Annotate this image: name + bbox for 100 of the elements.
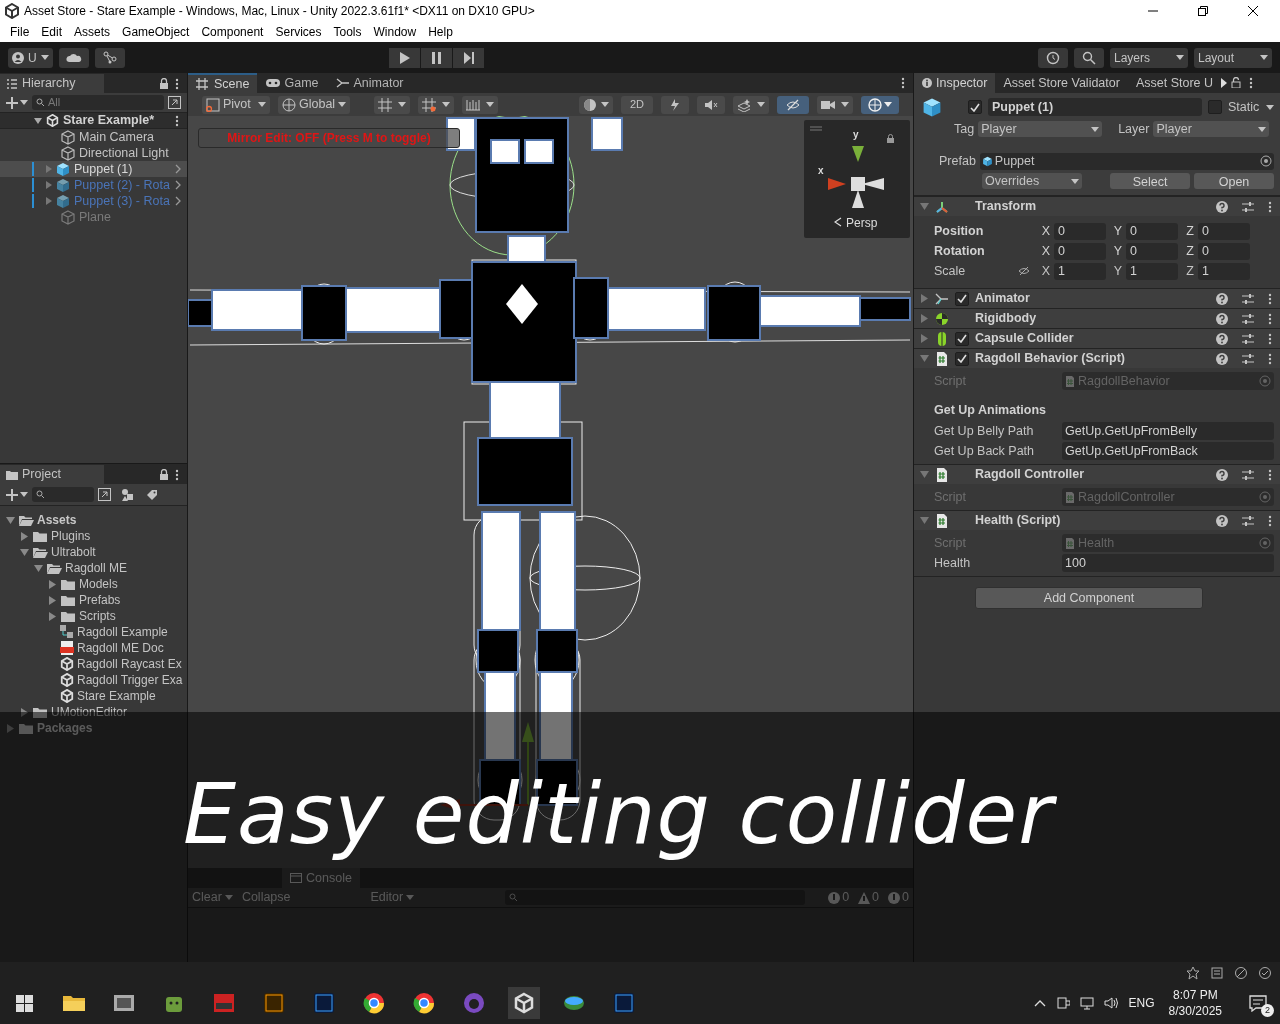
- text-field[interactable]: GetUp.GetUpFromBack: [1062, 442, 1274, 460]
- account-button[interactable]: U: [8, 47, 53, 68]
- component-header[interactable]: Ragdoll Behavior (Script): [914, 348, 1280, 368]
- space-dropdown[interactable]: Global: [278, 95, 350, 114]
- number-field[interactable]: 1: [1054, 262, 1106, 280]
- add-component-button[interactable]: Add Component: [975, 587, 1203, 609]
- camera-dropdown[interactable]: [817, 95, 853, 114]
- field-label: Get Up Belly Path: [934, 422, 1035, 440]
- layer-dropdown[interactable]: Player: [1153, 121, 1270, 137]
- clock[interactable]: 8:07 PM 8/30/2025: [1164, 987, 1226, 1019]
- component-header[interactable]: Health (Script): [914, 510, 1280, 530]
- pivot-dropdown[interactable]: Pivot: [202, 95, 270, 114]
- text-field[interactable]: GetUp.GetUpFromBelly: [1062, 422, 1274, 440]
- component-header[interactable]: Ragdoll Controller: [914, 464, 1280, 484]
- effects-dropdown[interactable]: [733, 95, 769, 114]
- component-header[interactable]: Transform: [914, 196, 1280, 216]
- menu-item[interactable]: Assets: [68, 23, 117, 41]
- tag-dropdown[interactable]: Player: [978, 121, 1103, 137]
- overrides-dropdown[interactable]: Overrides: [982, 173, 1082, 189]
- project-item[interactable]: Ragdoll Raycast Ex: [0, 656, 187, 672]
- hierarchy-item[interactable]: Puppet (1): [0, 161, 187, 177]
- ruler-dropdown[interactable]: [462, 95, 498, 114]
- prefab-button[interactable]: Select: [1110, 173, 1190, 189]
- number-field[interactable]: 0: [1126, 222, 1178, 240]
- number-field[interactable]: 0: [1126, 242, 1178, 260]
- menu-item[interactable]: Services: [269, 23, 328, 41]
- lighting-button[interactable]: [661, 95, 689, 114]
- scene-view-tab[interactable]: Game: [258, 73, 327, 93]
- menu-item[interactable]: Window: [367, 23, 423, 41]
- hierarchy-item[interactable]: Directional Light: [0, 145, 187, 161]
- cloud-button[interactable]: [58, 47, 89, 68]
- hierarchy-item[interactable]: Main Camera: [0, 129, 187, 145]
- menu-item[interactable]: Component: [195, 23, 270, 41]
- number-field[interactable]: 0: [1054, 242, 1106, 260]
- menu-item[interactable]: Help: [422, 23, 459, 41]
- name-field[interactable]: Puppet (1): [988, 98, 1202, 116]
- search-field[interactable]: All: [32, 95, 164, 110]
- increment-snap-dropdown[interactable]: [418, 95, 454, 114]
- chevron-up-icon: [1033, 998, 1046, 1008]
- project-item[interactable]: Ultrabolt: [0, 544, 187, 560]
- gizmos-dropdown[interactable]: [861, 95, 899, 114]
- history-button[interactable]: [1038, 47, 1068, 68]
- menu-item[interactable]: File: [4, 23, 36, 41]
- number-field[interactable]: 1: [1126, 262, 1178, 280]
- project-item[interactable]: Stare Example: [0, 688, 187, 704]
- language-indicator[interactable]: ENG: [1128, 994, 1155, 1012]
- number-field[interactable]: 0: [1198, 242, 1250, 260]
- prefab-field[interactable]: Puppet: [979, 152, 1274, 170]
- menu-item[interactable]: Tools: [327, 23, 368, 41]
- shading-dropdown[interactable]: [579, 95, 613, 114]
- taskbar-app-button[interactable]: [508, 987, 540, 1019]
- layout-dropdown[interactable]: Layout: [1194, 47, 1272, 68]
- version-control-button[interactable]: [94, 47, 125, 68]
- inspector-tab[interactable]: Asset Store U: [1127, 73, 1222, 93]
- grid-snap-dropdown[interactable]: [374, 95, 410, 114]
- caret-icon: [20, 492, 28, 497]
- inspector-tab[interactable]: Asset Store Validator: [995, 73, 1128, 93]
- menu-item[interactable]: GameObject: [116, 23, 196, 41]
- enabled-checkbox[interactable]: [955, 351, 969, 366]
- enabled-checkbox[interactable]: [955, 291, 969, 306]
- text-field[interactable]: 100: [1062, 554, 1274, 572]
- search-button[interactable]: [1074, 47, 1104, 68]
- number-field[interactable]: 1: [1198, 262, 1250, 280]
- project-item[interactable]: Prefabs: [0, 592, 187, 608]
- enabled-checkbox[interactable]: [955, 331, 969, 346]
- visibility-button[interactable]: [777, 95, 809, 114]
- search-field[interactable]: [32, 487, 94, 502]
- pause-button[interactable]: [420, 47, 452, 68]
- component-header[interactable]: Capsule Collider: [914, 328, 1280, 348]
- layers-dropdown[interactable]: Layers: [1110, 47, 1188, 68]
- project-item[interactable]: Models: [0, 576, 187, 592]
- component-header[interactable]: Rigidbody: [914, 308, 1280, 328]
- mode-2d-button[interactable]: 2D: [621, 95, 653, 114]
- add-button[interactable]: [6, 96, 28, 109]
- inspector-tab[interactable]: Inspector: [914, 73, 996, 93]
- step-button[interactable]: [452, 47, 484, 68]
- play-button[interactable]: [388, 47, 420, 68]
- project-item[interactable]: Ragdoll ME: [0, 560, 187, 576]
- number-field[interactable]: 0: [1198, 222, 1250, 240]
- orientation-gizmo[interactable]: y x Persp: [804, 120, 910, 238]
- audio-button[interactable]: [697, 95, 725, 114]
- scene-view-tab[interactable]: Scene: [188, 73, 258, 93]
- scene-view-tab[interactable]: Animator: [327, 73, 412, 93]
- search-field[interactable]: [505, 890, 806, 905]
- project-item[interactable]: Plugins: [0, 528, 187, 544]
- active-checkbox[interactable]: [968, 100, 982, 114]
- project-item[interactable]: Scripts: [0, 608, 187, 624]
- hierarchy-tab[interactable]: Hierarchy: [0, 74, 104, 93]
- project-tab[interactable]: Project: [0, 465, 104, 484]
- menu-item[interactable]: Edit: [35, 23, 69, 41]
- static-checkbox[interactable]: [1208, 100, 1222, 114]
- caret-icon: [601, 102, 609, 107]
- project-item[interactable]: Ragdoll ME Doc: [0, 640, 187, 656]
- prefab-button[interactable]: Open: [1194, 173, 1274, 189]
- component-header[interactable]: Animator: [914, 288, 1280, 308]
- project-item[interactable]: Ragdoll Example: [0, 624, 187, 640]
- number-field[interactable]: 0: [1054, 222, 1106, 240]
- project-item[interactable]: Assets: [0, 512, 187, 528]
- project-item[interactable]: Ragdoll Trigger Exa: [0, 672, 187, 688]
- add-button[interactable]: [6, 488, 28, 501]
